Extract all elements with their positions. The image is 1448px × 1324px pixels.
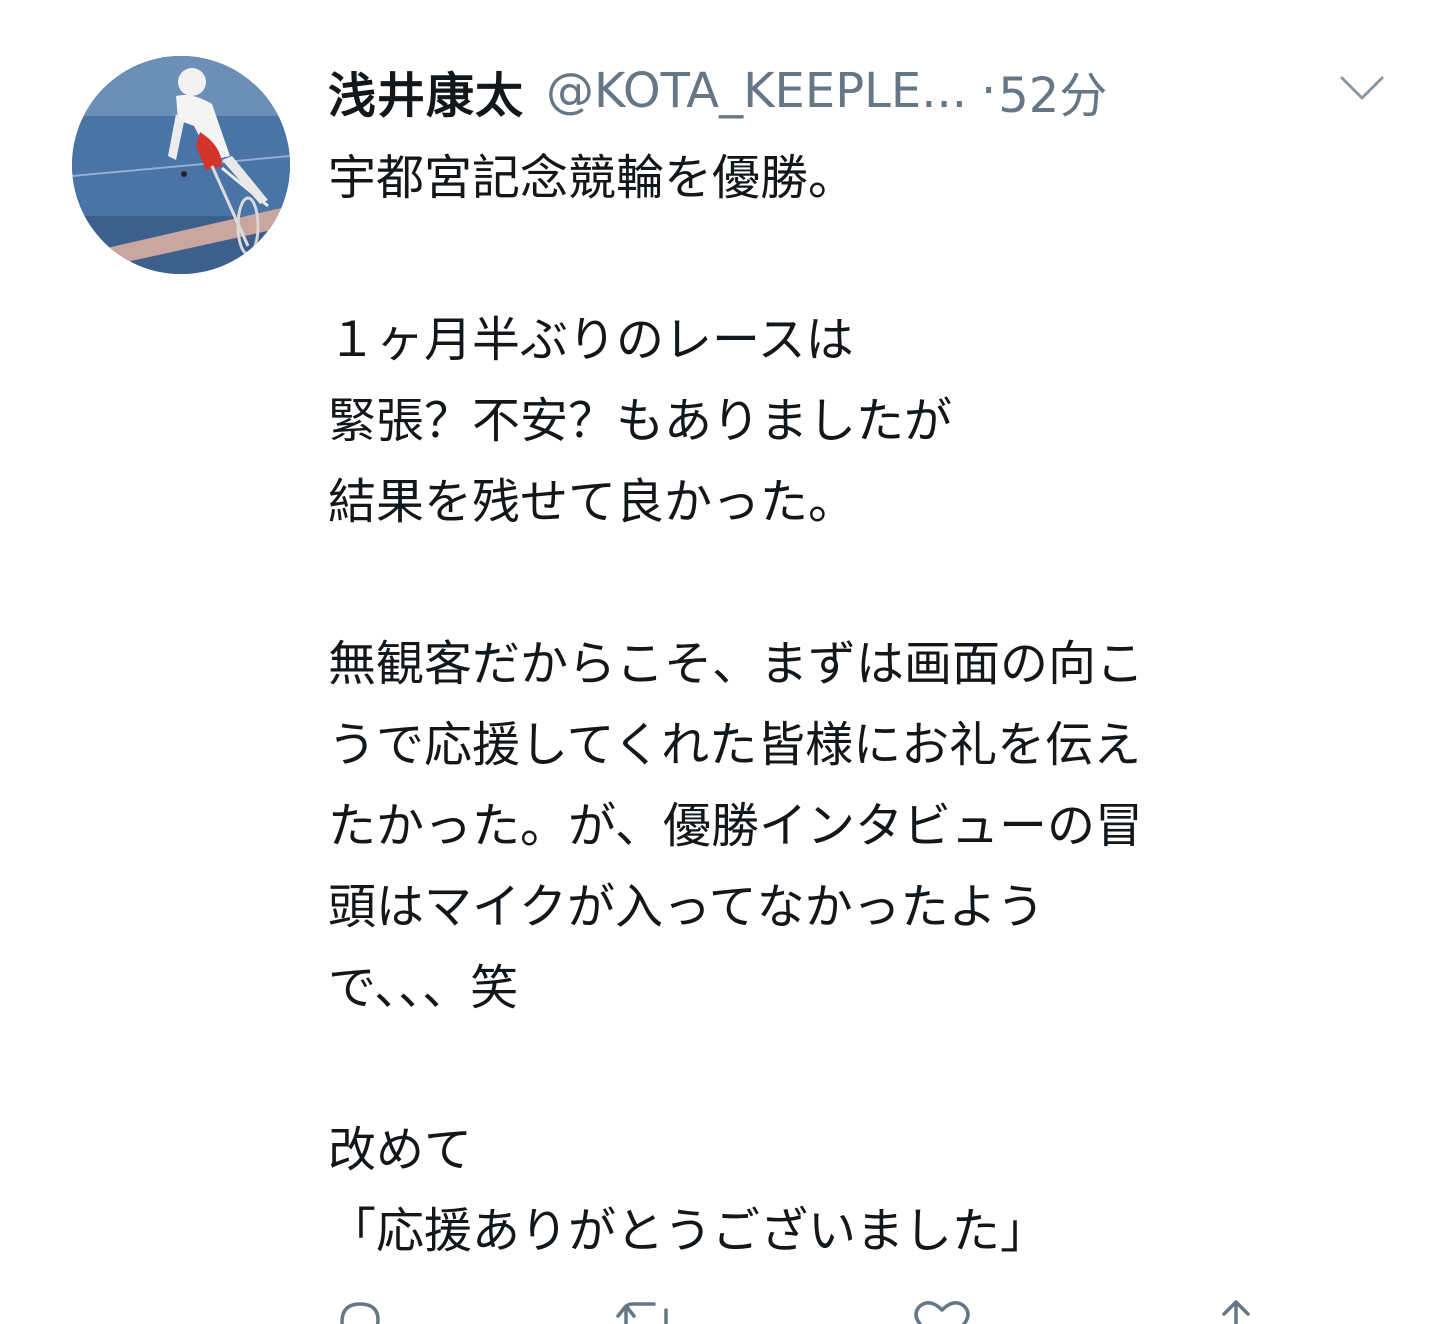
tweet-text-line: １ヶ月半ぶりのレースは — [328, 312, 854, 368]
tweet: 浅井康太 @KOTA_KEEPLE... · 52分 宇都宮記念競輪を優勝。 １… — [0, 0, 1448, 1324]
reply-icon — [340, 1302, 380, 1324]
tweet-text-line: 改めて — [328, 1122, 473, 1178]
avatar[interactable] — [72, 56, 290, 274]
tweet-text-line: 「応援ありがとうございました」 — [328, 1203, 1049, 1259]
header-separator: · — [981, 63, 997, 119]
display-name[interactable]: 浅井康太 — [328, 56, 524, 126]
tweet-text-line: 結果を残せて良かった。 — [328, 474, 857, 530]
tweet-text: 宇都宮記念競輪を優勝。 １ヶ月半ぶりのレースは 緊張？不安？もありましたが 結果… — [328, 138, 1348, 1272]
heart-icon — [914, 1301, 970, 1324]
tweet-text-line: うで応援してくれた皆様にお礼を伝え — [328, 717, 1142, 773]
retweet-icon — [616, 1302, 668, 1324]
user-handle[interactable]: @KOTA_KEEPLE... — [546, 63, 967, 119]
tweet-actions — [328, 1296, 1348, 1324]
share-button[interactable] — [1208, 1296, 1264, 1324]
tweet-text-line: たかった。が、優勝インタビューの冒 — [328, 798, 1144, 854]
like-button[interactable] — [910, 1296, 974, 1324]
share-icon — [1222, 1300, 1250, 1324]
chevron-down-icon[interactable] — [1338, 70, 1386, 106]
tweet-header: 浅井康太 @KOTA_KEEPLE... · 52分 — [328, 56, 1408, 126]
tweet-text-line: 無観客だからこそ、まずは画面の向こ — [328, 636, 1145, 692]
retweet-button[interactable] — [614, 1296, 678, 1324]
tweet-text-line: 緊張？不安？もありましたが — [328, 393, 953, 449]
tweet-text-line: 頭はマイクが入ってなかったよう — [328, 879, 1045, 935]
reply-button[interactable] — [332, 1296, 388, 1324]
tweet-text-line: 宇都宮記念競輪を優勝。 — [328, 150, 857, 206]
avatar-photo — [72, 56, 290, 274]
tweet-text-line: で、、、笑 — [328, 960, 519, 1016]
tweet-timestamp[interactable]: 52分 — [998, 56, 1107, 126]
